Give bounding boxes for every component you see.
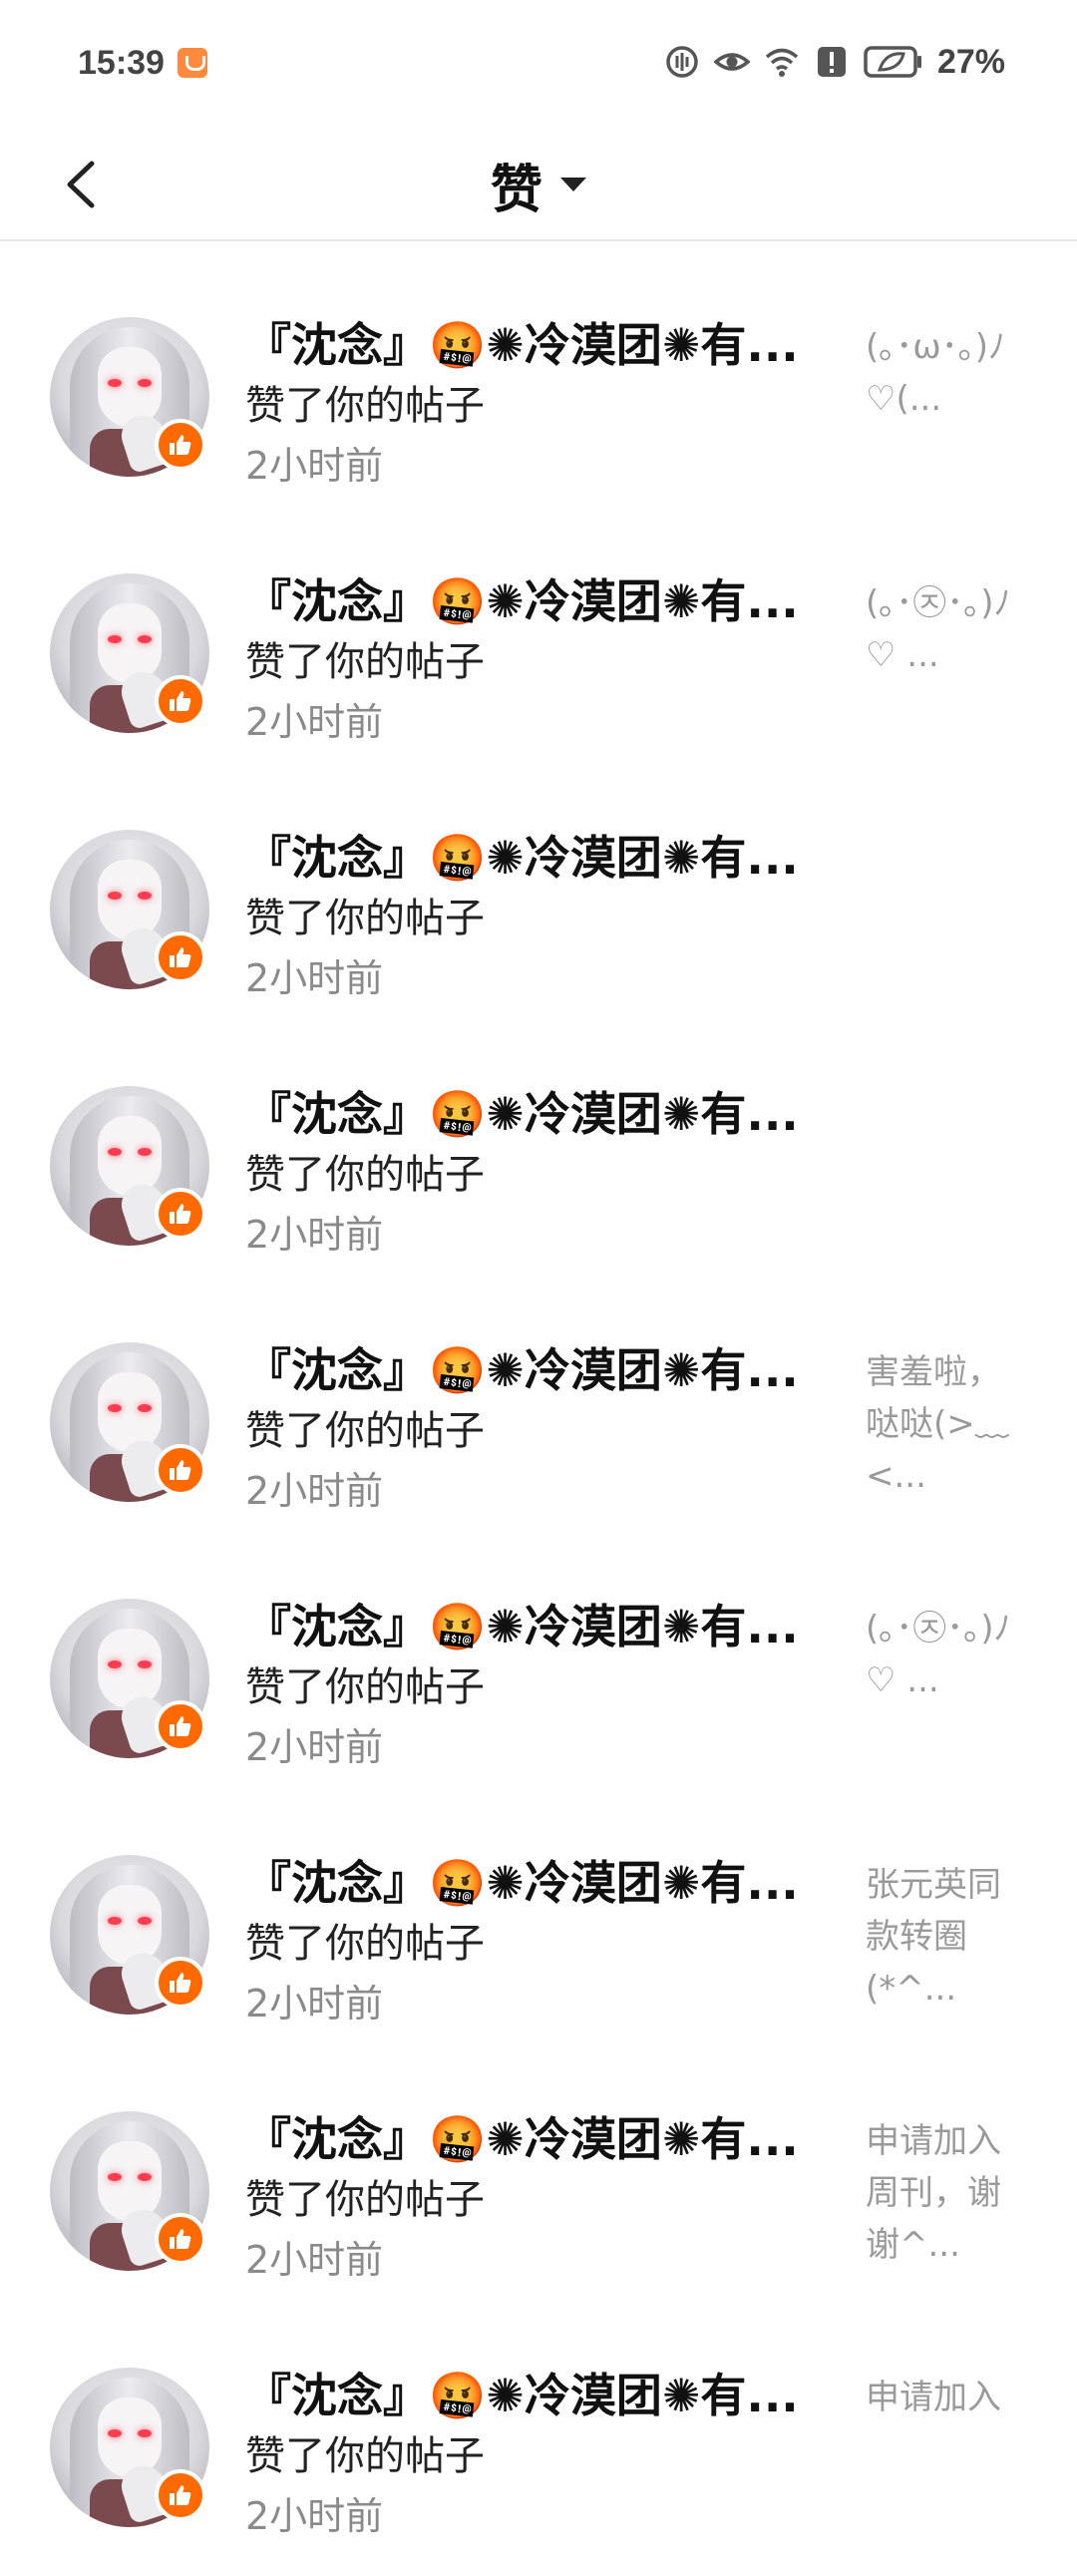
notification-action: 赞了你的帖子 [245, 2177, 485, 2223]
thumbs-up-icon [155, 1700, 206, 1752]
list-item[interactable]: 『沈念』🤬✺冷漠团✺有... 赞了你的帖子 2小时前 [0, 782, 1077, 1038]
battery-saver-icon [864, 46, 921, 78]
title-dropdown[interactable]: 赞 [0, 130, 1077, 239]
list-item[interactable]: 『沈念』🤬✺冷漠团✺有... 赞了你的帖子 2小时前 申请加入 周刊，谢 谢^.… [0, 2063, 1077, 2320]
list-item[interactable]: 『沈念』🤬✺冷漠团✺有... 赞了你的帖子 2小时前 害羞啦， 哒哒(>﹏ <.… [0, 1294, 1077, 1551]
notification-time: 2小时前 [245, 2494, 384, 2538]
page-title: 赞 [490, 160, 542, 220]
post-preview[interactable]: 申请加入 周刊，谢 谢^... [866, 2115, 1015, 2271]
notification-list: 『沈念』🤬✺冷漠团✺有... 赞了你的帖子 2小时前 (｡･ω･｡)ﾉ ♡(..… [0, 269, 1077, 2576]
header: 赞 [0, 130, 1077, 241]
status-icons: 27% [664, 42, 1005, 82]
notification-action: 赞了你的帖子 [245, 639, 485, 685]
thumbs-up-icon [155, 1444, 206, 1496]
user-name[interactable]: 『沈念』🤬✺冷漠团✺有... [245, 822, 804, 888]
thumbs-up-icon [155, 2213, 206, 2265]
user-name[interactable]: 『沈念』🤬✺冷漠团✺有... [245, 2360, 804, 2425]
user-name[interactable]: 『沈念』🤬✺冷漠团✺有... [245, 1078, 804, 1144]
list-item[interactable]: 『沈念』🤬✺冷漠团✺有... 赞了你的帖子 2小时前 张元英同 款转圈 (*^.… [0, 1807, 1077, 2063]
wifi-icon [765, 48, 799, 77]
thumbs-up-icon [155, 675, 206, 727]
notification-time: 2小时前 [245, 956, 384, 1000]
notification-time: 2小时前 [245, 2238, 384, 2282]
thumbs-up-icon [155, 419, 206, 471]
user-name[interactable]: 『沈念』🤬✺冷漠团✺有... [245, 565, 804, 631]
notification-action: 赞了你的帖子 [245, 2433, 485, 2479]
post-preview[interactable]: (｡･㉨･｡)ﾉ ♡ ... [866, 1603, 1015, 1706]
notification-time: 2小时前 [245, 1213, 384, 1257]
post-preview[interactable]: 申请加入 [866, 2372, 1015, 2423]
post-preview[interactable]: (｡･㉨･｡)ﾉ ♡ ... [866, 577, 1015, 681]
status-bar: 15:39 27% [0, 0, 1077, 130]
thumbs-up-icon [155, 1188, 206, 1240]
list-item[interactable]: 『沈念』🤬✺冷漠团✺有... 赞了你的帖子 2小时前 (｡･㉨･｡)ﾉ ♡ ..… [0, 526, 1077, 782]
list-item[interactable]: 『沈念』🤬✺冷漠团✺有... 赞了你的帖子 2小时前 [0, 1038, 1077, 1294]
user-name[interactable]: 『沈念』🤬✺冷漠团✺有... [245, 309, 804, 375]
notification-action: 赞了你的帖子 [245, 1152, 485, 1198]
user-name[interactable]: 『沈念』🤬✺冷漠团✺有... [245, 1334, 804, 1400]
user-name[interactable]: 『沈念』🤬✺冷漠团✺有... [245, 1847, 804, 1913]
eye-icon [713, 53, 750, 71]
notification-action: 赞了你的帖子 [245, 1921, 485, 1967]
list-item[interactable]: 『沈念』🤬✺冷漠团✺有... 赞了你的帖子 2小时前 申请加入 [0, 2320, 1077, 2576]
post-preview[interactable]: 害羞啦， 哒哒(>﹏ <... [866, 1346, 1015, 1502]
notification-time: 2小时前 [245, 1725, 384, 1769]
thumbs-up-icon [155, 931, 206, 983]
notification-time: 2小时前 [245, 1982, 384, 2025]
notification-action: 赞了你的帖子 [245, 383, 485, 429]
post-preview[interactable]: 张元英同 款转圈 (*^... [866, 1859, 1015, 2015]
alert-icon [817, 47, 846, 77]
thumbs-up-icon [155, 1957, 206, 2009]
notification-time: 2小时前 [245, 700, 384, 744]
list-item[interactable]: 『沈念』🤬✺冷漠团✺有... 赞了你的帖子 2小时前 (｡･㉨･｡)ﾉ ♡ ..… [0, 1551, 1077, 1807]
notification-action: 赞了你的帖子 [245, 1408, 485, 1454]
status-time: 15:39 [78, 44, 165, 82]
notification-time: 2小时前 [245, 1469, 384, 1513]
user-name[interactable]: 『沈念』🤬✺冷漠团✺有... [245, 2103, 804, 2169]
user-name[interactable]: 『沈念』🤬✺冷漠团✺有... [245, 1591, 804, 1656]
post-preview[interactable]: (｡･ω･｡)ﾉ ♡(... [866, 321, 1015, 425]
app-notification-icon [178, 48, 207, 78]
list-item[interactable]: 『沈念』🤬✺冷漠团✺有... 赞了你的帖子 2小时前 (｡･ω･｡)ﾉ ♡(..… [0, 269, 1077, 526]
notification-action: 赞了你的帖子 [245, 896, 485, 941]
notification-time: 2小时前 [245, 444, 384, 488]
data-saver-icon [666, 46, 698, 78]
notification-action: 赞了你的帖子 [245, 1664, 485, 1710]
battery-percent: 27% [936, 42, 1005, 81]
caret-down-icon [560, 178, 586, 191]
thumbs-up-icon [155, 2469, 206, 2521]
